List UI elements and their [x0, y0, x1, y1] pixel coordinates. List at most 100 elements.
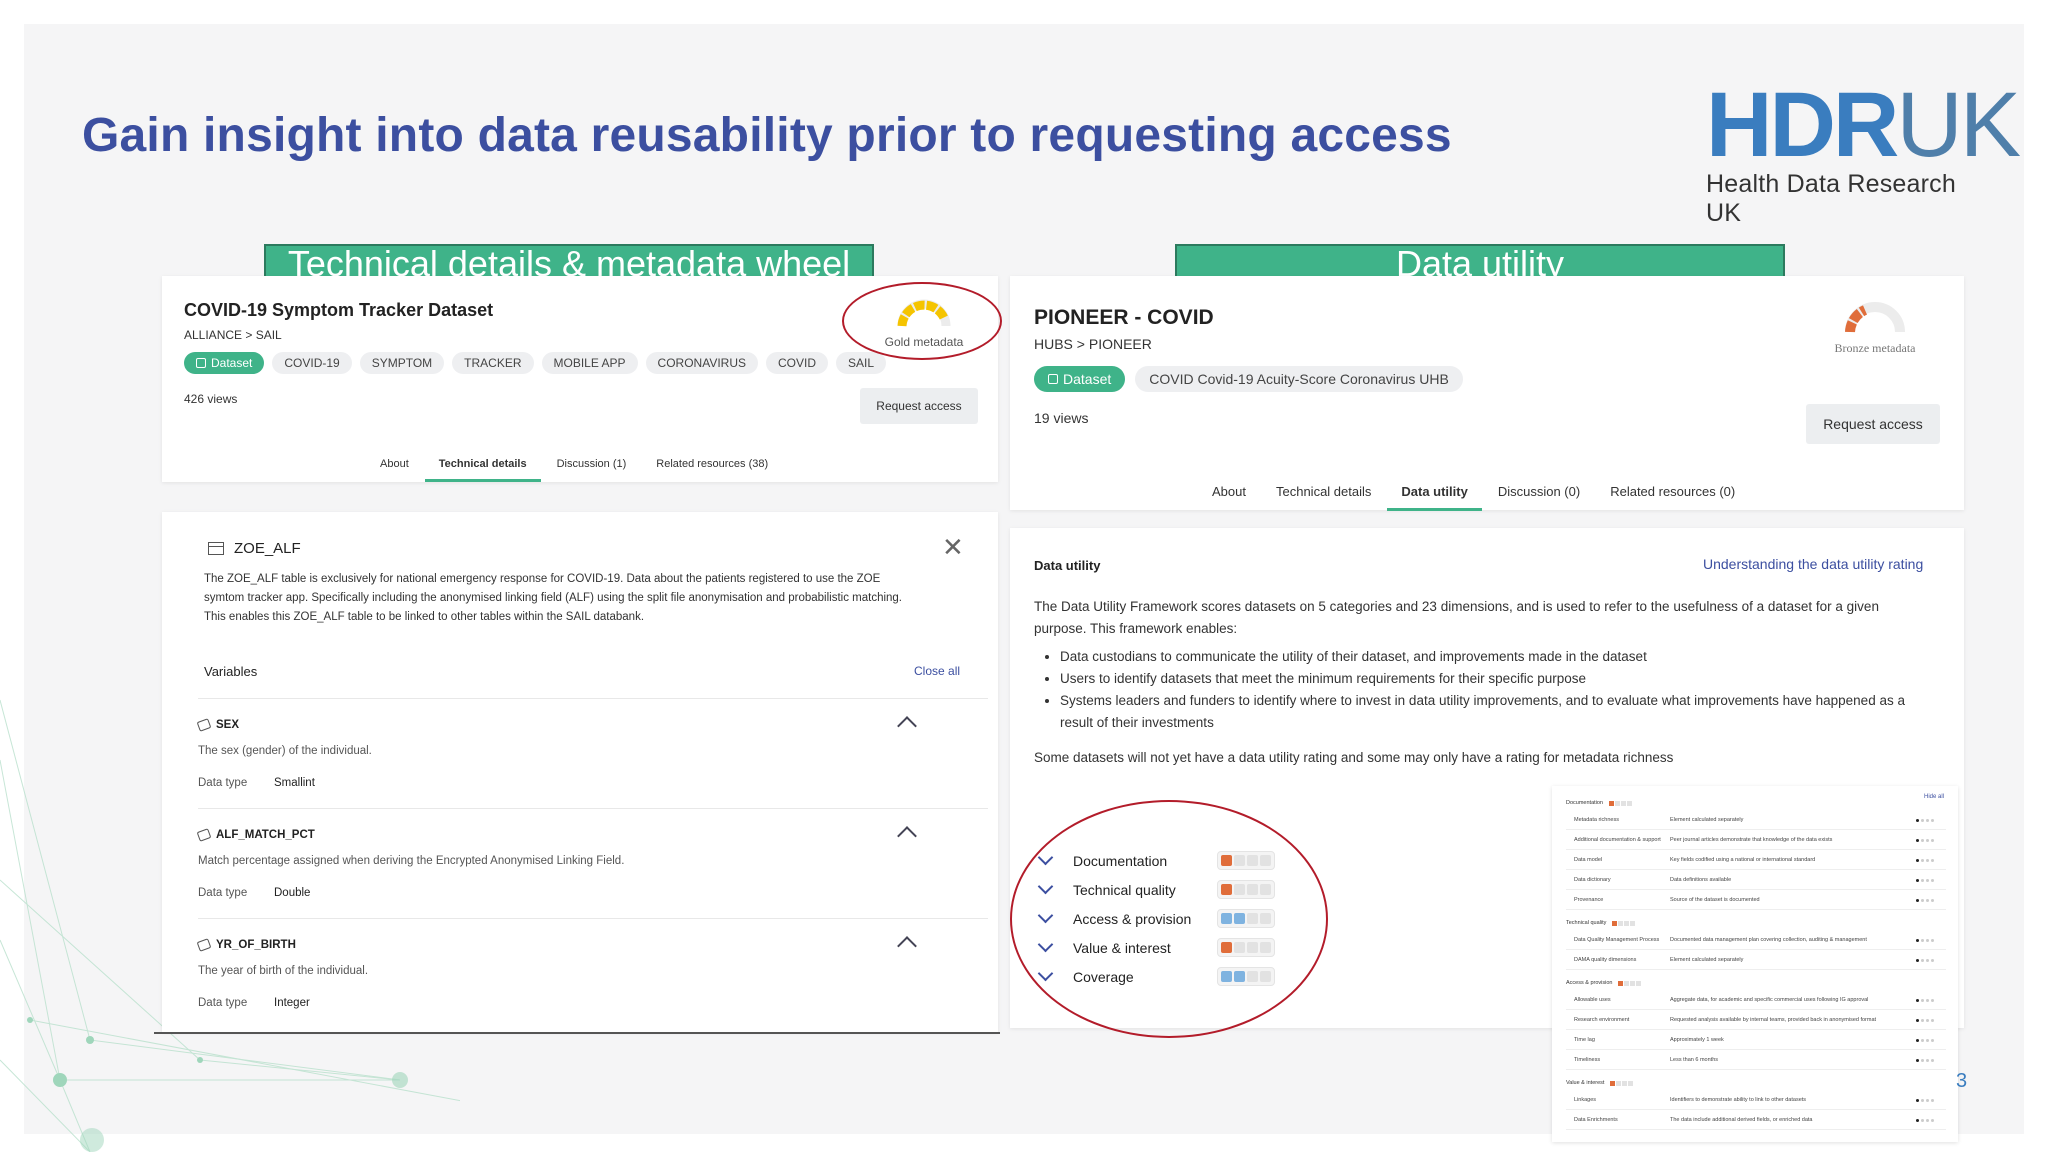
request-access-button[interactable]: Request access	[1806, 404, 1940, 444]
dataset-icon	[1048, 374, 1058, 384]
data-utility-heading: Data utility	[1034, 558, 1101, 573]
rating-dots	[1916, 839, 1934, 842]
tab-discussion[interactable]: Discussion (0)	[1498, 484, 1580, 499]
tag-chip[interactable]: COVID-19	[272, 352, 352, 374]
rating-dots	[1916, 959, 1934, 962]
rating-indicator	[1618, 980, 1642, 986]
dimension-value: Element calculated separately	[1670, 817, 1744, 823]
dimension-value: Documented data management plan covering…	[1670, 937, 1867, 943]
tab-related-resources[interactable]: Related resources (38)	[656, 458, 768, 470]
understanding-rating-link[interactable]: Understanding the data utility rating	[1703, 556, 1923, 572]
detail-section-header[interactable]: Technical quality	[1566, 920, 1636, 926]
tag-icon	[196, 938, 212, 952]
detail-row: Linkages Identifiers to demonstrate abili…	[1566, 1092, 1946, 1110]
chevron-up-icon[interactable]	[897, 716, 917, 736]
detail-section-header[interactable]: Value & interest	[1566, 1080, 1634, 1086]
metadata-label: Bronze metadata	[1834, 341, 1916, 355]
variable-row: ALF_MATCH_PCT Match percentage assigned …	[196, 808, 988, 918]
section-title: Technical quality	[1566, 920, 1607, 926]
dimension-name: DAMA quality dimensions	[1574, 957, 1637, 963]
highlight-ring-metadata	[842, 282, 1002, 360]
view-count: 19 views	[1034, 410, 1089, 426]
detail-row: Research environment Requested analysis a…	[1566, 1012, 1946, 1030]
tag-chip[interactable]: MOBILE APP	[541, 352, 638, 374]
tag-chip[interactable]: SAIL	[836, 352, 887, 374]
rating-indicator	[1609, 800, 1632, 806]
dimension-name: Research environment	[1574, 1017, 1630, 1023]
dimension-value: Requested analysis available by internal…	[1670, 1017, 1877, 1023]
close-icon[interactable]: ✕	[942, 534, 964, 560]
rating-dots	[1916, 1019, 1934, 1022]
data-type-label: Data type	[198, 997, 248, 1009]
dimension-name: Timeliness	[1574, 1057, 1601, 1063]
tab-technical-details[interactable]: Technical details	[1276, 484, 1371, 499]
tab-about[interactable]: About	[1212, 484, 1246, 499]
variables-heading: Variables	[204, 664, 258, 679]
detail-row: Allowable uses Aggregate data, for academ…	[1566, 992, 1946, 1010]
technical-details-card: ZOE_ALF ✕ The ZOE_ALF table is exclusive…	[162, 512, 998, 1032]
dimension-value: Identifiers to demonstrate ability to li…	[1670, 1097, 1807, 1103]
logo-uk: UK	[1896, 74, 2021, 176]
rating-dots	[1916, 899, 1934, 902]
dimension-value: Key fields codified using a national or …	[1670, 857, 1816, 863]
data-type-label: Data type	[198, 777, 248, 789]
tab-related-resources[interactable]: Related resources (0)	[1610, 484, 1735, 499]
utility-intro: The Data Utility Framework scores datase…	[1034, 599, 1879, 636]
list-item: Systems leaders and funders to identify …	[1060, 690, 1920, 734]
tag-chip[interactable]: SYMPTOM	[359, 352, 445, 374]
variable-name-text: YR_OF_BIRTH	[216, 939, 296, 951]
dataset-chip[interactable]: Dataset	[1034, 366, 1126, 392]
variable-description: Match percentage assigned when deriving …	[198, 855, 625, 867]
dimension-name: Data Enrichments	[1574, 1117, 1618, 1123]
breadcrumb[interactable]: HUBS > PIONEER	[1034, 336, 1152, 352]
tab-bar: About Technical details Data utility Dis…	[1212, 484, 1735, 511]
variable-name-text: SEX	[216, 719, 240, 731]
tag-chip[interactable]: COVID Covid-19 Acuity-Score Coronavirus …	[1135, 366, 1463, 392]
detail-section-header[interactable]: Documentation	[1566, 800, 1632, 806]
close-all-link[interactable]: Close all	[914, 664, 960, 678]
variable-row: YR_OF_BIRTH The year of birth of the ind…	[196, 918, 988, 1028]
dataset-chip[interactable]: Dataset	[184, 352, 265, 374]
rating-indicator	[1610, 1080, 1634, 1086]
tag-chip[interactable]: COVID	[766, 352, 829, 374]
detail-row: Time lag Approximately 1 week	[1566, 1032, 1946, 1050]
hide-all-link[interactable]: Hide all	[1924, 794, 1944, 800]
logo-wordmark: HDR UK	[1706, 79, 2021, 171]
tab-technical-details[interactable]: Technical details	[424, 458, 541, 482]
rating-dots	[1916, 1099, 1934, 1102]
dimension-name: Data Quality Management Process	[1574, 937, 1660, 943]
dimension-name: Data model	[1574, 857, 1603, 863]
tab-data-utility[interactable]: Data utility	[1387, 484, 1483, 511]
detail-section-header[interactable]: Access & provision	[1566, 980, 1642, 986]
chevron-up-icon[interactable]	[897, 936, 917, 956]
dimension-name: Provenance	[1574, 897, 1604, 903]
variable-name: YR_OF_BIRTH	[196, 938, 296, 952]
variable-name: ALF_MATCH_PCT	[196, 828, 315, 842]
tag-chip[interactable]: CORONAVIRUS	[645, 352, 758, 374]
detail-row: Provenance Source of the dataset is docum…	[1566, 892, 1946, 910]
table-description: The ZOE_ALF table is exclusively for nat…	[204, 573, 903, 623]
dimension-name: Linkages	[1574, 1097, 1597, 1103]
list-item: Users to identify datasets that meet the…	[1060, 668, 1920, 690]
tag-list: Dataset COVID-19 SYMPTOM TRACKER MOBILE …	[184, 352, 887, 374]
dataset-title: PIONEER - COVID	[1034, 306, 1214, 329]
chip-label: Dataset	[211, 356, 253, 370]
tag-chip[interactable]: TRACKER	[452, 352, 534, 374]
dimension-value: Aggregate data, for academic and specifi…	[1670, 997, 1869, 1003]
utility-detail-preview: Hide all Documentation Metadata richness E…	[1552, 786, 1958, 1142]
detail-row: Data Enrichments The data include additio…	[1566, 1112, 1946, 1130]
table-name: ZOE_ALF	[234, 540, 301, 557]
request-access-button[interactable]: Request access	[860, 388, 978, 424]
detail-row: Metadata richness Element calculated sepa…	[1566, 812, 1946, 830]
breadcrumb[interactable]: ALLIANCE > SAIL	[184, 328, 282, 342]
tab-discussion[interactable]: Discussion (1)	[557, 458, 627, 470]
utility-note: Some datasets will not yet have a data u…	[1034, 750, 1674, 765]
variable-description: The year of birth of the individual.	[198, 965, 369, 977]
detail-row: Data model Key fields codified using a na…	[1566, 852, 1946, 870]
detail-row: Additional documentation & support Peer j…	[1566, 832, 1946, 850]
tab-about[interactable]: About	[380, 458, 409, 470]
page-number: 3	[1956, 1070, 1968, 1092]
chevron-up-icon[interactable]	[897, 826, 917, 846]
dataset-icon	[196, 358, 206, 368]
rating-indicator	[1612, 920, 1636, 926]
